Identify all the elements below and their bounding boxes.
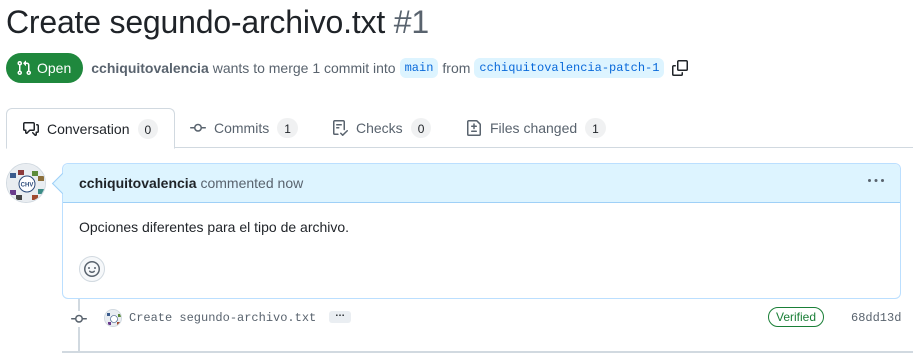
commit-author-avatar[interactable] [104, 309, 122, 327]
smiley-icon [84, 261, 100, 277]
comment-action: commented [200, 175, 274, 191]
commit-timeline-item [70, 311, 88, 327]
tab-checks-count: 0 [410, 118, 432, 138]
tab-files-changed[interactable]: Files changed 1 [466, 108, 606, 148]
add-reaction-button[interactable] [79, 256, 105, 282]
head-branch[interactable]: cchiquitovalencia-patch-1 [474, 58, 665, 78]
pr-title: Create segundo-archivo.txt #1 [6, 4, 429, 41]
tab-checks[interactable]: Checks 0 [332, 108, 432, 148]
commit-message-link[interactable]: Create segundo-archivo.txt [129, 311, 316, 325]
copy-icon [672, 60, 689, 76]
avatar-image: CHV [7, 164, 45, 202]
comment-body: Opciones diferentes para el tipo de arch… [79, 219, 350, 235]
git-pull-request-icon [17, 60, 32, 76]
comment-header: cchiquitovalencia commented now [63, 164, 900, 203]
comment-discussion-icon [23, 121, 39, 137]
pr-tabs: Conversation 0 Commits 1 Checks 0 Files … [6, 108, 913, 149]
checklist-icon [332, 120, 348, 136]
verified-badge[interactable]: Verified [768, 307, 825, 327]
git-commit-icon [190, 120, 206, 136]
pr-title-text: Create segundo-archivo.txt [6, 4, 386, 40]
tab-files-changed-label: Files changed [490, 120, 578, 136]
from-text: from [442, 60, 471, 76]
comment-author-link[interactable]: cchiquitovalencia [79, 175, 196, 191]
merge-text: wants to merge 1 commit into [212, 60, 396, 76]
avatar[interactable]: CHV [6, 163, 46, 203]
state-label: Open [37, 60, 72, 76]
tab-commits[interactable]: Commits 1 [190, 108, 298, 148]
pr-number: #1 [393, 4, 429, 40]
tab-conversation[interactable]: Conversation 0 [6, 108, 176, 149]
git-commit-icon [71, 314, 87, 323]
comment-box: cchiquitovalencia commented now Opciones… [62, 163, 901, 299]
pr-author-link[interactable]: cchiquitovalencia [91, 60, 208, 76]
copy-branch-button[interactable] [672, 60, 689, 76]
pr-meta: Open cchiquitovalencia wants to merge 1 … [6, 53, 689, 83]
avatar-text: CHV [21, 183, 34, 189]
comment-time-link[interactable]: now [278, 175, 304, 191]
file-diff-icon [466, 120, 482, 136]
state-badge: Open [6, 53, 84, 83]
tab-commits-label: Commits [214, 120, 270, 136]
tab-conversation-count: 0 [137, 118, 159, 139]
commit-sha-link[interactable]: 68dd13d [851, 311, 901, 325]
kebab-horizontal-icon [868, 179, 884, 182]
commit-avatar-image [105, 310, 121, 326]
tab-checks-label: Checks [356, 120, 403, 136]
tab-files-changed-count: 1 [585, 118, 606, 138]
comment-options-button[interactable] [868, 173, 884, 194]
timeline-divider [62, 351, 913, 353]
commit-expand-button[interactable]: … [329, 309, 351, 323]
base-branch[interactable]: main [399, 58, 439, 78]
tab-conversation-label: Conversation [47, 120, 130, 137]
tab-commits-count: 1 [277, 118, 298, 138]
